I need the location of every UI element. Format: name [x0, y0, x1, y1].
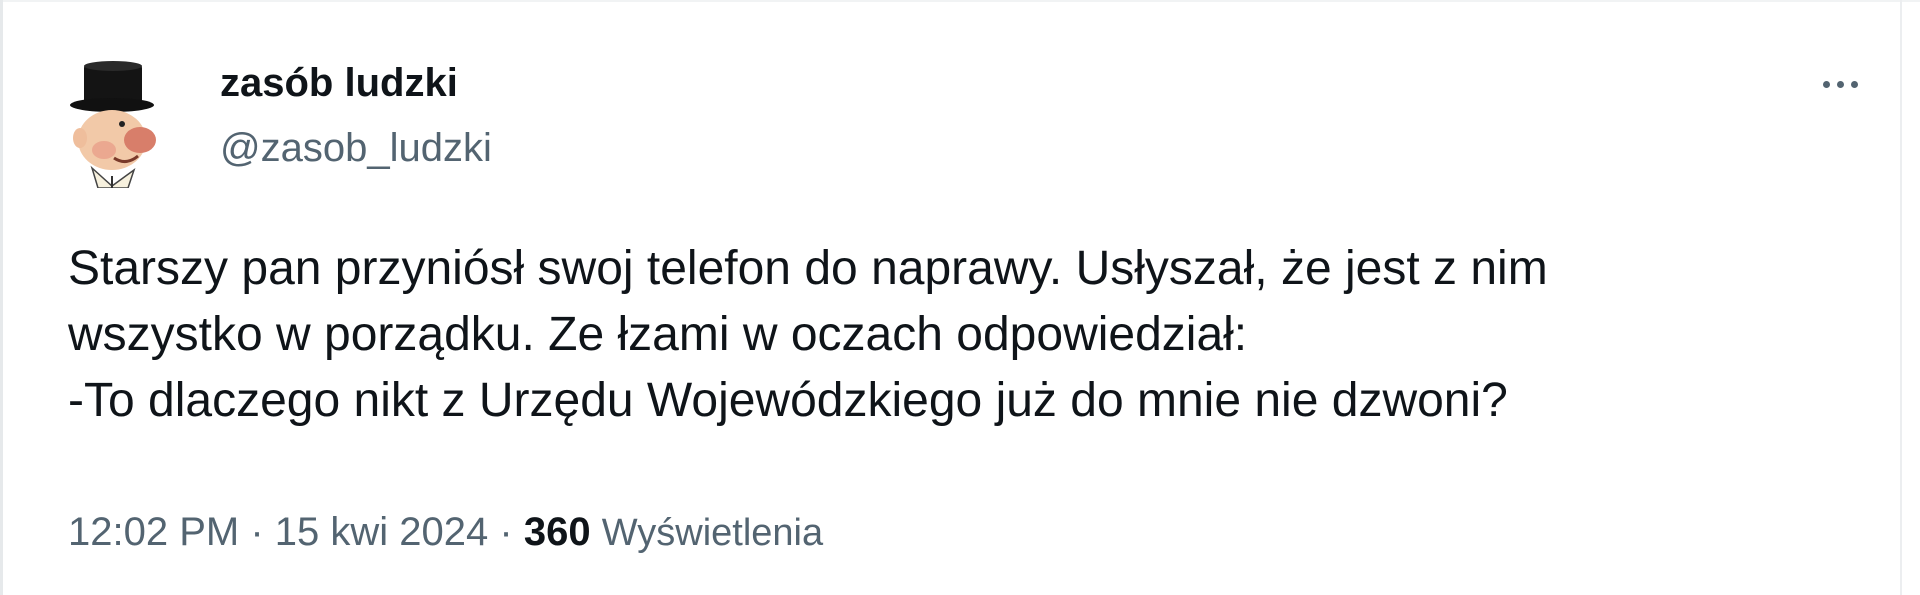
tweet-meta: 12:02 PM · 15 kwi 2024 · 360 Wyświetleni…: [68, 507, 823, 558]
top-hat-caricature-avatar-icon: [70, 61, 156, 189]
card-top-border: [0, 0, 1920, 2]
card-right-border: [1900, 0, 1902, 595]
more-horizontal-icon: [1822, 80, 1830, 88]
author-display-name[interactable]: zasób ludzki: [220, 58, 458, 108]
more-options-button[interactable]: [1810, 62, 1870, 106]
meta-separator: ·: [250, 510, 264, 554]
card-left-border: [0, 0, 3, 595]
views-count: 360: [523, 510, 591, 554]
tweet-time: 12:02 PM: [68, 510, 240, 554]
tweet-date: 15 kwi 2024: [274, 510, 489, 554]
more-horizontal-icon: [1836, 80, 1844, 88]
avatar[interactable]: [64, 58, 180, 189]
views-label: Wyświetlenia: [601, 512, 824, 554]
tweet-text: Starszy pan przyniósł swoj telefon do na…: [68, 236, 1848, 434]
tweet-text-line: -To dlaczego nikt z Urzędu Wojewódzkiego…: [68, 374, 1508, 427]
tweet-timestamp-link[interactable]: 12:02 PM · 15 kwi 2024: [68, 510, 488, 554]
tweet-text-line: wszystko w porządku. Ze łzami w oczach o…: [68, 308, 1248, 361]
tweet-text-line: Starszy pan przyniósł swoj telefon do na…: [68, 242, 1548, 295]
author-handle[interactable]: @zasob_ludzki: [220, 123, 492, 173]
tweet-card: zasób ludzki @zasob_ludzki Starszy pan p…: [0, 0, 1920, 595]
meta-separator: ·: [499, 510, 513, 554]
more-horizontal-icon: [1850, 80, 1858, 88]
